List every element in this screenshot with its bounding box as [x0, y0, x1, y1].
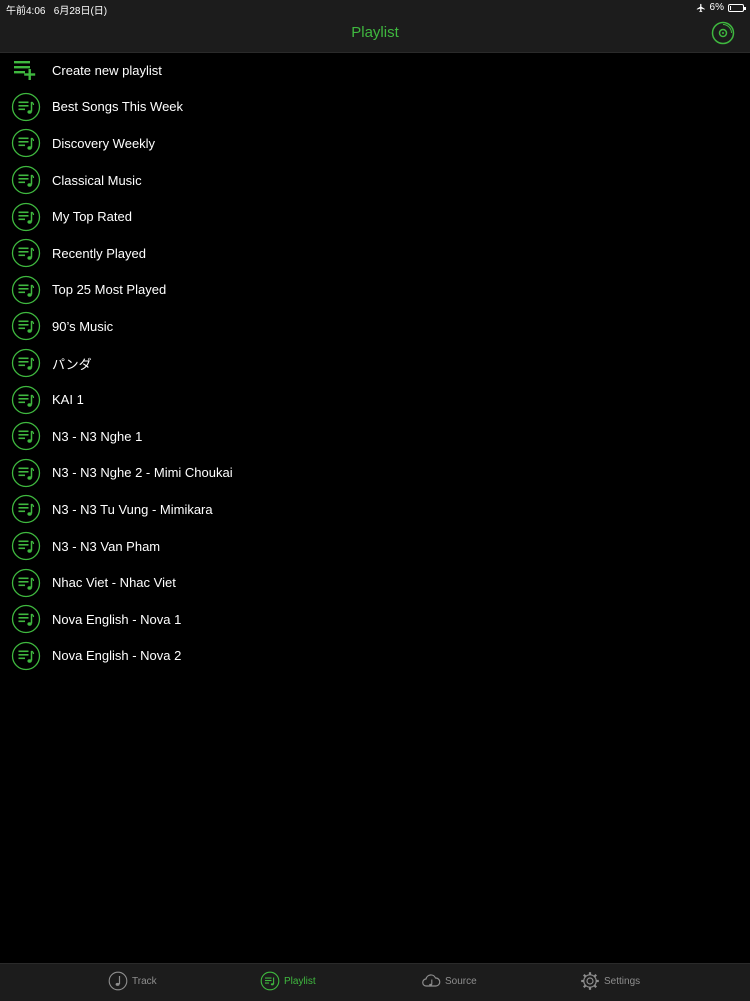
tab-settings[interactable]: Settings [580, 971, 640, 991]
tab-playlist[interactable]: Playlist [260, 971, 316, 991]
battery-icon [728, 3, 746, 12]
playlist-icon [11, 422, 41, 451]
airplane-icon [696, 3, 705, 12]
playlist-label: KAI 1 [52, 392, 84, 408]
playlist-label: Recently Played [52, 245, 146, 261]
playlist-row[interactable]: Top 25 Most Played [0, 272, 750, 309]
tab-label: Settings [604, 975, 641, 987]
playlist-label: Top 25 Most Played [52, 282, 167, 298]
playlist-row[interactable]: パンダ [0, 345, 750, 382]
cloud-music-icon [422, 974, 441, 987]
playlist-icon [11, 239, 41, 268]
playlist-icon [260, 971, 280, 991]
tab-label: Source [445, 975, 477, 987]
page-title: Playlist [351, 24, 399, 41]
playlist-icon [11, 165, 41, 195]
playlist-label: My Top Rated [52, 209, 132, 225]
playlist-row[interactable]: N3 - N3 Tu Vung - Mimikara [0, 491, 750, 528]
playlist-label: Discovery Weekly [52, 135, 156, 151]
playlist-icon [11, 605, 41, 634]
playlist-row[interactable]: Nova English - Nova 1 [0, 601, 750, 638]
playlist-label: Best Songs This Week [52, 99, 184, 115]
playlist-label: Nhac Viet - Nhac Viet [52, 575, 176, 591]
battery-level [730, 5, 731, 10]
playlist-list: Create new playlist Best Songs This Week… [0, 52, 750, 674]
create-playlist-label: Create new playlist [52, 62, 162, 78]
playlist-row[interactable]: N3 - N3 Van Pham [0, 528, 750, 565]
tab-label: Playlist [284, 975, 316, 987]
playlist-label: N3 - N3 Tu Vung - Mimikara [52, 501, 213, 517]
playlist-row[interactable]: Classical Music [0, 162, 750, 199]
playlist-label: Nova English - Nova 1 [52, 611, 182, 627]
playlist-label: N3 - N3 Nghe 2 - Mimi Choukai [52, 465, 233, 481]
playlist-label: パンダ [52, 356, 92, 372]
playlist-icon [11, 385, 41, 414]
playlist-icon [11, 129, 41, 158]
gear-icon [581, 972, 599, 990]
playlist-row[interactable]: KAI 1 [0, 381, 750, 418]
playlist-label: N3 - N3 Nghe 1 [52, 428, 143, 444]
battery-percent: 6% [709, 2, 724, 13]
playlist-label: Nova English - Nova 2 [52, 648, 182, 664]
playlist-row[interactable]: 90’s Music [0, 308, 750, 345]
create-playlist-row[interactable]: Create new playlist [0, 52, 750, 89]
playlist-icon [11, 495, 41, 524]
tab-track[interactable]: Track [108, 971, 157, 991]
playlist-label: N3 - N3 Van Pham [52, 538, 161, 554]
playlist-row[interactable]: Discovery Weekly [0, 125, 750, 162]
playlist-row[interactable]: N3 - N3 Nghe 1 [0, 418, 750, 455]
nav-bar: Playlist [0, 16, 750, 53]
playlist-label: 90’s Music [52, 318, 114, 334]
playlist-row[interactable]: My Top Rated [0, 198, 750, 235]
playlist-icon [11, 312, 41, 341]
playlist-icon [11, 531, 41, 561]
playlist-icon [11, 348, 41, 378]
playlist-icon [11, 202, 41, 231]
tab-bar: Track Playlist Source Settings [0, 963, 750, 1001]
status-bar: 午前4:06 6月28日(日) 6% [0, 0, 750, 17]
status-right-group: 6% [696, 2, 746, 13]
tab-source[interactable]: Source [421, 971, 477, 991]
playlist-add-icon [14, 61, 36, 81]
playlist-icon [11, 458, 41, 487]
playlist-row[interactable]: Nhac Viet - Nhac Viet [0, 564, 750, 601]
playlist-row[interactable]: Recently Played [0, 235, 750, 272]
music-note-icon [108, 971, 128, 991]
status-time-date: 午前4:06 6月28日(日) [6, 6, 108, 17]
playlist-icon [11, 275, 41, 305]
playlist-icon [11, 568, 41, 597]
disc-icon[interactable] [711, 21, 735, 45]
playlist-icon [11, 641, 41, 670]
playlist-row[interactable]: N3 - N3 Nghe 2 - Mimi Choukai [0, 455, 750, 492]
playlist-row[interactable]: Nova English - Nova 2 [0, 638, 750, 675]
playlist-icon [11, 92, 41, 122]
playlist-label: Classical Music [52, 172, 142, 188]
tab-label: Track [132, 975, 157, 987]
playlist-row[interactable]: Best Songs This Week [0, 89, 750, 126]
